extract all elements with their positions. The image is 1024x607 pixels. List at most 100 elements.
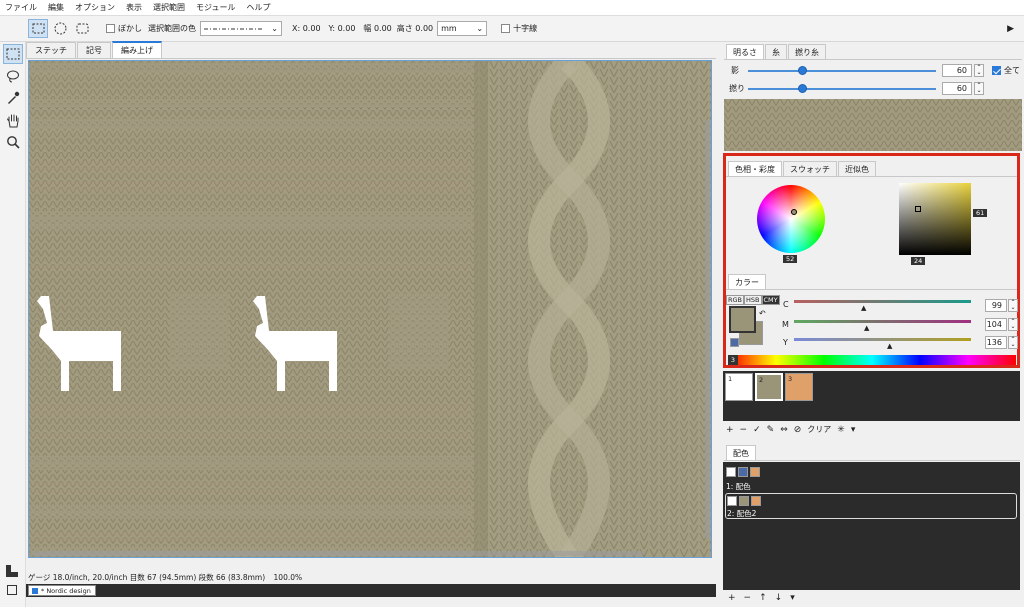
shadow-slider[interactable]: [748, 70, 936, 72]
pencil-icon[interactable]: ✎: [767, 425, 775, 435]
hand-tool[interactable]: [3, 110, 23, 130]
swatch-palette: 1 2 3: [723, 371, 1020, 421]
frame-icon[interactable]: [7, 585, 17, 595]
chevron-down-icon: ⌄: [476, 24, 484, 33]
scheme-menu-icon[interactable]: ▾: [790, 593, 795, 603]
add-scheme-icon[interactable]: +: [728, 593, 736, 603]
sparkle-icon[interactable]: ✳: [837, 425, 845, 435]
tab-symbol[interactable]: 記号: [77, 42, 111, 58]
tab-stitch[interactable]: ステッチ: [26, 42, 76, 58]
move-up-icon[interactable]: ↑: [759, 593, 767, 603]
shadow-slider-handle[interactable]: [798, 66, 807, 75]
tab-knitted[interactable]: 編み上げ: [112, 41, 162, 58]
scheme-row-1[interactable]: 1: 配色: [725, 464, 1017, 492]
coord-y: Y: 0.00: [328, 24, 356, 33]
menu-view[interactable]: 表示: [126, 2, 142, 13]
line-style-dropdown[interactable]: ⌄: [200, 21, 282, 36]
channel-c-label: C: [783, 300, 789, 309]
hue-value: 52: [783, 255, 798, 263]
tab-swatch[interactable]: スウォッチ: [783, 161, 837, 177]
twist-spinner[interactable]: ⌃ ⌄: [974, 82, 984, 95]
no-icon[interactable]: ⊘: [794, 425, 802, 435]
hand-icon: [7, 114, 19, 127]
check-icon[interactable]: ✓: [753, 425, 761, 435]
hue-wheel[interactable]: [757, 185, 825, 253]
color-spectrum-bar[interactable]: 3: [728, 355, 1016, 365]
color-mode-switch: RGB HSB CMY: [726, 295, 780, 305]
remove-scheme-icon[interactable]: −: [744, 593, 752, 603]
swatch-2[interactable]: 2: [755, 373, 783, 401]
swatch-3[interactable]: 3: [785, 373, 813, 401]
scheme-row-2[interactable]: 2: 配色2: [725, 493, 1017, 519]
menu-options[interactable]: オプション: [75, 2, 115, 13]
swatch-1-number: 1: [728, 375, 733, 383]
tab-similar-color[interactable]: 近似色: [838, 161, 876, 177]
crosshair-checkbox[interactable]: [501, 24, 511, 33]
document-item[interactable]: * Nordic design: [28, 585, 96, 596]
menu-module[interactable]: モジュール: [196, 2, 235, 13]
twist-slider[interactable]: [748, 88, 936, 90]
twist-label: 撚り: [729, 84, 745, 93]
mode-cmy[interactable]: CMY: [761, 295, 780, 305]
knit-canvas[interactable]: [28, 60, 712, 558]
default-color-swatch[interactable]: [730, 338, 739, 347]
saturation-brightness-square[interactable]: [899, 183, 971, 255]
channel-m-value[interactable]: 104: [985, 318, 1007, 331]
swatch-1[interactable]: 1: [725, 373, 753, 401]
all-checkbox[interactable]: [992, 66, 1001, 75]
rect-select-button[interactable]: [28, 19, 48, 38]
rect-select-tool[interactable]: [3, 44, 23, 64]
scheme-toolbar: + − ↑ ↓ ▾: [728, 593, 795, 603]
hue-marker[interactable]: [791, 209, 797, 215]
channel-c-spinner[interactable]: ⌃ ⌄: [1008, 299, 1018, 312]
blur-checkbox[interactable]: [106, 24, 115, 33]
menu-edit[interactable]: 編集: [48, 2, 64, 13]
channel-y-spinner[interactable]: ⌃ ⌄: [1008, 336, 1018, 349]
dropdown-arrow-icon[interactable]: ▾: [851, 425, 856, 435]
mode-rgb[interactable]: RGB: [726, 295, 745, 305]
tab-brightness[interactable]: 明るさ: [726, 44, 764, 60]
add-icon[interactable]: +: [726, 425, 734, 435]
mode-hsb[interactable]: HSB: [744, 295, 762, 305]
twist-slider-handle[interactable]: [798, 84, 807, 93]
tab-hue-saturation[interactable]: 色相・彩度: [728, 161, 782, 177]
unit-dropdown[interactable]: mm ⌄: [437, 21, 488, 36]
channel-c-handle[interactable]: ▲: [861, 304, 866, 312]
lasso-tool[interactable]: [3, 66, 23, 86]
menu-help[interactable]: ヘルプ: [246, 2, 270, 13]
sb-marker[interactable]: [915, 206, 921, 212]
channel-y-slider[interactable]: [794, 338, 971, 341]
ellipse-select-button[interactable]: [50, 19, 70, 38]
ruler-icon[interactable]: [5, 564, 19, 580]
expand-arrow-icon[interactable]: ▶: [1007, 24, 1014, 34]
remove-icon[interactable]: −: [740, 425, 748, 435]
shadow-spinner[interactable]: ⌃ ⌄: [974, 64, 984, 77]
channel-y-handle[interactable]: ▲: [887, 342, 892, 350]
scheme-1-color-1: [726, 467, 736, 477]
shadow-value[interactable]: 60: [942, 64, 972, 77]
tab-color[interactable]: カラー: [728, 274, 766, 290]
twist-value[interactable]: 60: [942, 82, 972, 95]
channel-m-slider[interactable]: [794, 320, 971, 323]
scheme-2-color-2: [739, 496, 749, 506]
tab-twisted-yarn[interactable]: 撚り糸: [788, 44, 826, 60]
move-down-icon[interactable]: ↓: [775, 593, 783, 603]
eyedropper-tool[interactable]: [3, 88, 23, 108]
swap-colors-icon[interactable]: ↶: [759, 309, 766, 318]
tab-yarn[interactable]: 糸: [765, 44, 787, 60]
menu-selection[interactable]: 選択範囲: [153, 2, 185, 13]
channel-y-value[interactable]: 136: [985, 336, 1007, 349]
foreground-color-swatch[interactable]: [729, 306, 756, 333]
zoom-tool[interactable]: [3, 132, 23, 152]
channel-c-value[interactable]: 99: [985, 299, 1007, 312]
channel-c-slider[interactable]: [794, 300, 971, 303]
channel-m-handle[interactable]: ▲: [864, 324, 869, 332]
clear-button[interactable]: クリア: [807, 424, 831, 435]
swap-icon[interactable]: ⇔: [780, 425, 788, 435]
scheme-2-label: 2: 配色2: [727, 509, 757, 518]
menu-file[interactable]: ファイル: [5, 2, 37, 13]
tab-color-scheme[interactable]: 配色: [726, 445, 756, 461]
channel-m-spinner[interactable]: ⌃ ⌄: [1008, 318, 1018, 331]
rounded-select-button[interactable]: [72, 19, 92, 38]
status-bar: ゲージ 18.0/inch, 20.0/inch 目数 67 (94.5mm) …: [26, 572, 716, 584]
